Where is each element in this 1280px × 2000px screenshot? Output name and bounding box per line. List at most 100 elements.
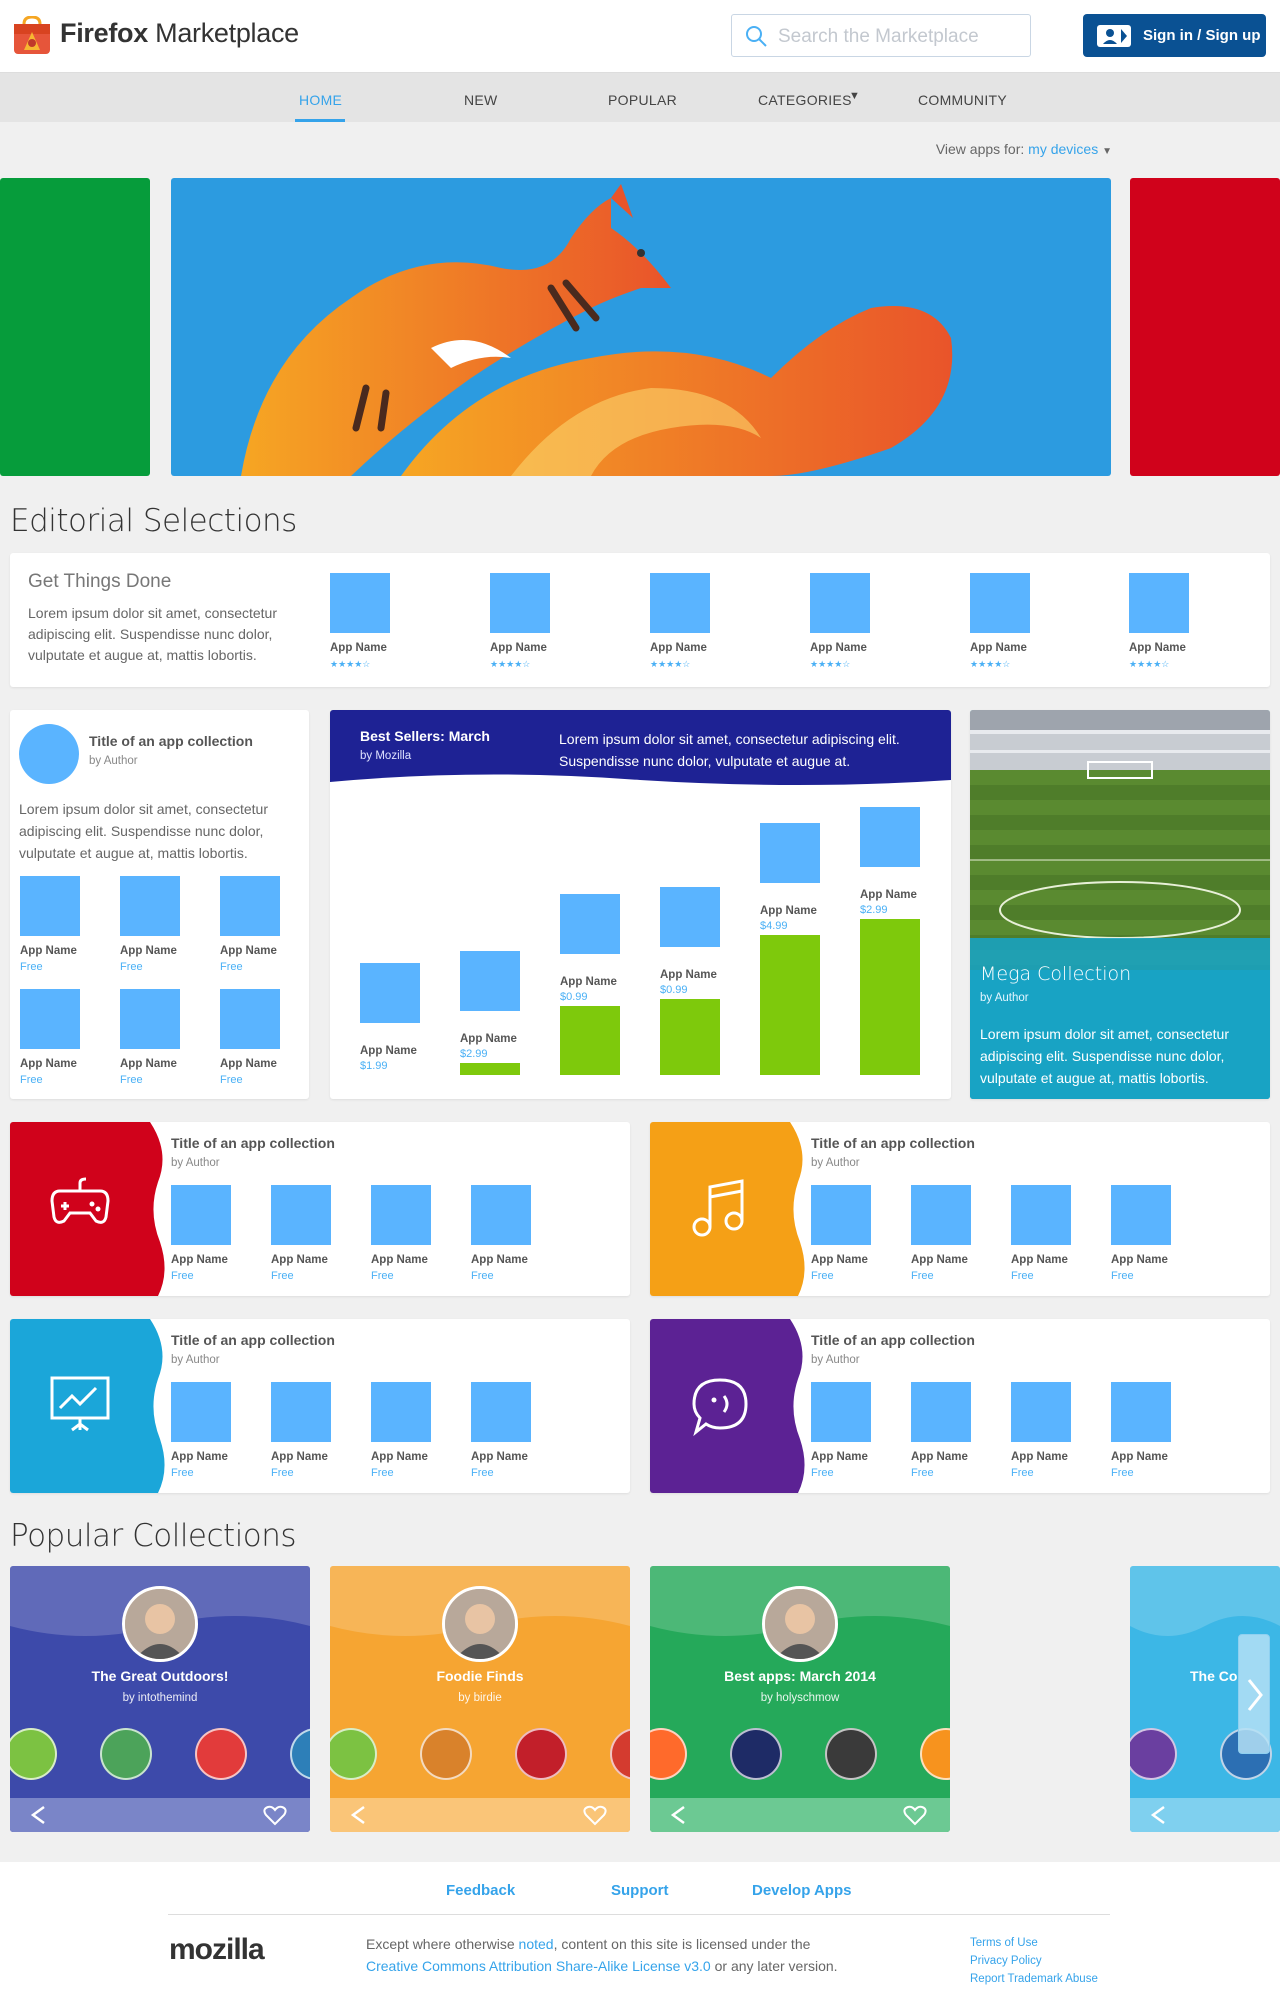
app-name[interactable]: App Name	[20, 1058, 77, 1070]
footer-develop-link[interactable]: Develop Apps	[752, 1882, 851, 1899]
app-icon[interactable]	[970, 573, 1030, 633]
app-icon[interactable]	[271, 1185, 331, 1245]
app-icon[interactable]	[171, 1185, 231, 1245]
share-icon[interactable]	[348, 1804, 370, 1826]
share-icon[interactable]	[28, 1804, 50, 1826]
banner-main[interactable]	[171, 178, 1111, 476]
app-icon[interactable]	[811, 1185, 871, 1245]
app-icon[interactable]	[171, 1382, 231, 1442]
bestsellers-card[interactable]: Best Sellers: March by Mozilla Lorem ips…	[330, 710, 951, 1099]
app-icon[interactable]	[911, 1382, 971, 1442]
nav-popular[interactable]: POPULAR	[608, 92, 677, 108]
nav-community[interactable]: COMMUNITY	[918, 92, 1007, 108]
share-icon[interactable]	[668, 1804, 690, 1826]
mozilla-logo[interactable]: mozilla	[169, 1933, 265, 1967]
app-icon[interactable]	[195, 1728, 247, 1780]
app-icon[interactable]	[650, 573, 710, 633]
app-name[interactable]: App Name	[371, 1254, 428, 1266]
heart-icon[interactable]	[263, 1804, 287, 1826]
app-name[interactable]: App Name	[1011, 1254, 1068, 1266]
app-icon[interactable]	[100, 1728, 152, 1780]
app-icon[interactable]	[271, 1382, 331, 1442]
app-name[interactable]: App Name	[811, 1254, 868, 1266]
app-name[interactable]: App Name	[760, 905, 817, 917]
app-name[interactable]: App Name	[650, 642, 707, 654]
app-name[interactable]: App Name	[171, 1254, 228, 1266]
app-icon[interactable]	[330, 573, 390, 633]
app-name[interactable]: App Name	[220, 945, 277, 957]
app-name[interactable]: App Name	[171, 1451, 228, 1463]
app-icon[interactable]	[471, 1185, 531, 1245]
colored-collection-card[interactable]: Title of an app collection by Author App N…	[650, 1319, 1270, 1493]
app-icon[interactable]	[330, 1728, 377, 1780]
colored-collection-card[interactable]: Title of an app collection by Author App N…	[650, 1122, 1270, 1296]
license-noted-link[interactable]: noted	[519, 1936, 554, 1952]
popular-collection-card[interactable]: Foodie Finds by birdie	[330, 1566, 630, 1832]
device-dropdown-icon[interactable]: ▼	[1102, 146, 1112, 157]
nav-new[interactable]: NEW	[464, 92, 498, 108]
app-icon[interactable]	[560, 894, 620, 954]
app-name[interactable]: App Name	[271, 1451, 328, 1463]
app-icon[interactable]	[920, 1728, 950, 1780]
app-icon[interactable]	[20, 876, 80, 936]
featured-collection-card[interactable]: Get Things Done Lorem ipsum dolor sit am…	[10, 553, 1270, 687]
share-icon[interactable]	[1148, 1804, 1170, 1826]
app-icon[interactable]	[860, 807, 920, 867]
app-icon[interactable]	[220, 989, 280, 1049]
app-name[interactable]: App Name	[811, 1451, 868, 1463]
app-icon[interactable]	[650, 1728, 687, 1780]
mega-collection-card[interactable]: Mega Collection by Author Lorem ipsum do…	[970, 710, 1270, 1099]
app-name[interactable]: App Name	[1111, 1451, 1168, 1463]
heart-icon[interactable]	[583, 1804, 607, 1826]
carousel-next-button[interactable]	[1238, 1634, 1270, 1754]
banner-next[interactable]	[1130, 178, 1280, 476]
terms-link[interactable]: Terms of Use	[970, 1934, 1098, 1952]
banner-prev[interactable]	[0, 178, 150, 476]
popular-collection-card[interactable]: The Great Outdoors! by intothemind	[10, 1566, 310, 1832]
marketplace-logo-icon[interactable]	[12, 15, 52, 56]
colored-collection-card[interactable]: Title of an app collection by Author App N…	[10, 1122, 630, 1296]
app-icon[interactable]	[490, 573, 550, 633]
app-icon[interactable]	[120, 876, 180, 936]
device-filter-link[interactable]: my devices	[1028, 141, 1098, 157]
app-name[interactable]: App Name	[371, 1451, 428, 1463]
app-name[interactable]: App Name	[560, 976, 617, 988]
app-icon[interactable]	[515, 1728, 567, 1780]
app-name[interactable]: App Name	[1111, 1254, 1168, 1266]
app-icon[interactable]	[420, 1728, 472, 1780]
app-name[interactable]: App Name	[330, 642, 387, 654]
app-name[interactable]: App Name	[220, 1058, 277, 1070]
nav-home[interactable]: HOME	[299, 92, 342, 108]
app-name[interactable]: App Name	[911, 1254, 968, 1266]
app-name[interactable]: App Name	[660, 969, 717, 981]
footer-support-link[interactable]: Support	[611, 1882, 669, 1899]
app-icon[interactable]	[760, 823, 820, 883]
app-name[interactable]: App Name	[471, 1254, 528, 1266]
app-icon[interactable]	[471, 1382, 531, 1442]
app-icon[interactable]	[660, 887, 720, 947]
app-icon[interactable]	[120, 989, 180, 1049]
app-name[interactable]: App Name	[1011, 1451, 1068, 1463]
app-name[interactable]: App Name	[860, 889, 917, 901]
app-icon[interactable]	[1011, 1382, 1071, 1442]
app-icon[interactable]	[10, 1728, 57, 1780]
trademark-link[interactable]: Report Trademark Abuse	[970, 1970, 1098, 1988]
app-icon[interactable]	[360, 963, 420, 1023]
app-icon[interactable]	[810, 573, 870, 633]
collection-card[interactable]: Title of an app collection by Author Lor…	[10, 710, 309, 1099]
nav-categories[interactable]: CATEGORIES	[758, 92, 852, 108]
app-icon[interactable]	[220, 876, 280, 936]
license-cc-link[interactable]: Creative Commons Attribution Share-Alike…	[366, 1958, 711, 1974]
privacy-link[interactable]: Privacy Policy	[970, 1952, 1098, 1970]
app-name[interactable]: App Name	[1129, 642, 1186, 654]
colored-collection-card[interactable]: Title of an app collection by Author App N…	[10, 1319, 630, 1493]
app-icon[interactable]	[460, 951, 520, 1011]
app-name[interactable]: App Name	[810, 642, 867, 654]
app-icon[interactable]	[371, 1185, 431, 1245]
app-icon[interactable]	[1111, 1382, 1171, 1442]
app-icon[interactable]	[911, 1185, 971, 1245]
app-icon[interactable]	[1111, 1185, 1171, 1245]
app-icon[interactable]	[610, 1728, 630, 1780]
app-name[interactable]: App Name	[120, 1058, 177, 1070]
popular-collection-card[interactable]: Best apps: March 2014 by holyschmow	[650, 1566, 950, 1832]
